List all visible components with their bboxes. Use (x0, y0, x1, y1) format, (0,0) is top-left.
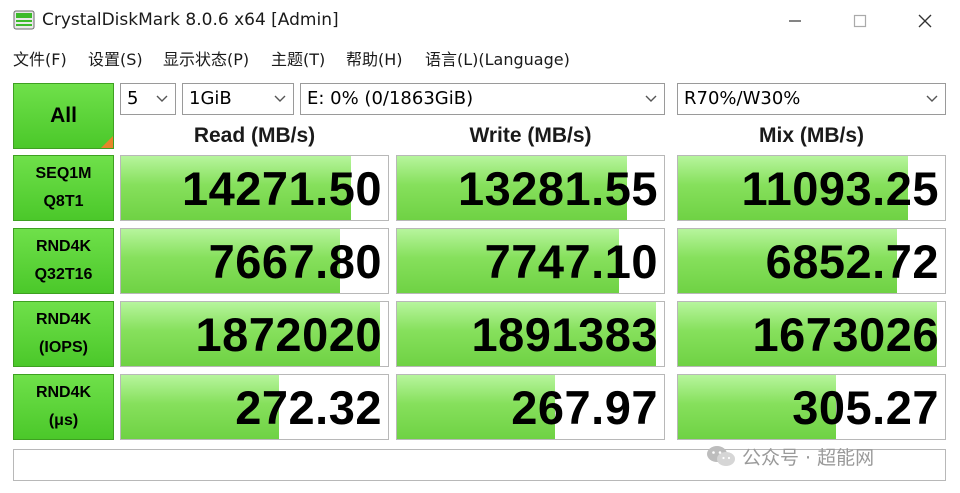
corner-marker (101, 136, 113, 148)
chevron-down-icon (155, 84, 169, 114)
test-button-rnd4k-iops[interactable]: RND4K (IOPS) (13, 301, 114, 367)
test-button-seq1m-q8t1[interactable]: SEQ1M Q8T1 (13, 155, 114, 221)
minimize-icon (789, 20, 801, 22)
row-label-line2: Q32T16 (34, 266, 93, 283)
result-cell-write: 267.97 (396, 374, 665, 440)
row-label-line1: RND4K (35, 311, 92, 328)
result-value: 7667.80 (208, 234, 382, 288)
menu-language[interactable]: 语言(L)(Language) (425, 46, 570, 70)
minimize-button[interactable] (775, 6, 815, 36)
result-value: 1673026 (752, 307, 939, 361)
result-value: 6852.72 (765, 234, 939, 288)
maximize-button[interactable] (840, 6, 880, 36)
menu-theme[interactable]: 主题(T) (271, 46, 325, 70)
row-label-line2: (IOPS) (39, 339, 88, 356)
result-value: 7747.10 (484, 234, 658, 288)
menu-bar: 文件(F) 设置(S) 显示状态(P) 主题(T) 帮助(H) 语言(L)(La… (0, 42, 960, 72)
result-cell-mix: 305.27 (677, 374, 946, 440)
count-select-value: 5 (127, 88, 139, 109)
result-value: 14271.50 (181, 161, 382, 215)
mix-ratio-select[interactable]: R70%/W30% (677, 83, 946, 115)
chevron-down-icon (273, 84, 287, 114)
drive-select[interactable]: E: 0% (0/1863GiB) (300, 83, 665, 115)
all-button-label: All (50, 104, 77, 127)
menu-settings[interactable]: 设置(S) (88, 46, 143, 70)
write-column-header: Write (MB/s) (469, 124, 592, 147)
title-bar: CrystalDiskMark 8.0.6 x64 [Admin] (0, 0, 960, 42)
read-column-header: Read (MB/s) (193, 124, 316, 147)
result-value: 1872020 (195, 307, 382, 361)
mix-column-header: Mix (MB/s) (759, 124, 864, 147)
result-value: 267.97 (511, 380, 658, 434)
result-cell-read: 1872020 (120, 301, 389, 367)
result-cell-write: 1891383 (396, 301, 665, 367)
close-button[interactable] (905, 6, 945, 36)
result-value: 11093.25 (741, 161, 939, 215)
test-button-rnd4k-latency[interactable]: RND4K (μs) (13, 374, 114, 440)
result-cell-mix: 6852.72 (677, 228, 946, 294)
maximize-icon (853, 14, 867, 28)
result-value: 13281.55 (457, 161, 658, 215)
result-cell-mix: 1673026 (677, 301, 946, 367)
watermark-text: 公众号 · 超能网 (742, 446, 875, 469)
watermark: 公众号 · 超能网 (706, 442, 874, 470)
count-select[interactable]: 5 (120, 83, 176, 115)
test-button-rnd4k-q32t16[interactable]: RND4K Q32T16 (13, 228, 114, 294)
row-label-line1: RND4K (35, 384, 92, 401)
result-cell-read: 14271.50 (120, 155, 389, 221)
result-value: 1891383 (471, 307, 658, 361)
row-label-line2: (μs) (48, 412, 79, 429)
wechat-icon (707, 446, 735, 466)
menu-display-state[interactable]: 显示状态(P) (163, 46, 249, 70)
window-title: CrystalDiskMark 8.0.6 x64 [Admin] (42, 10, 339, 30)
result-cell-write: 7747.10 (396, 228, 665, 294)
size-select-value: 1GiB (189, 88, 232, 109)
result-cell-write: 13281.55 (396, 155, 665, 221)
menu-help[interactable]: 帮助(H) (346, 46, 403, 70)
size-select[interactable]: 1GiB (182, 83, 294, 115)
result-value: 272.32 (235, 380, 382, 434)
close-icon (918, 14, 932, 28)
row-label-line1: SEQ1M (35, 165, 92, 182)
row-label-line1: RND4K (35, 238, 92, 255)
mix-ratio-select-value: R70%/W30% (684, 88, 801, 109)
result-cell-read: 7667.80 (120, 228, 389, 294)
chevron-down-icon (925, 84, 939, 114)
all-button[interactable]: All (13, 83, 114, 149)
crystaldiskmark-app-icon (13, 10, 35, 30)
chevron-down-icon (644, 84, 658, 114)
row-label-line2: Q8T1 (43, 193, 84, 210)
result-value: 305.27 (792, 380, 939, 434)
result-cell-read: 272.32 (120, 374, 389, 440)
menu-file[interactable]: 文件(F) (13, 46, 67, 70)
drive-select-value: E: 0% (0/1863GiB) (307, 88, 474, 109)
result-cell-mix: 11093.25 (677, 155, 946, 221)
